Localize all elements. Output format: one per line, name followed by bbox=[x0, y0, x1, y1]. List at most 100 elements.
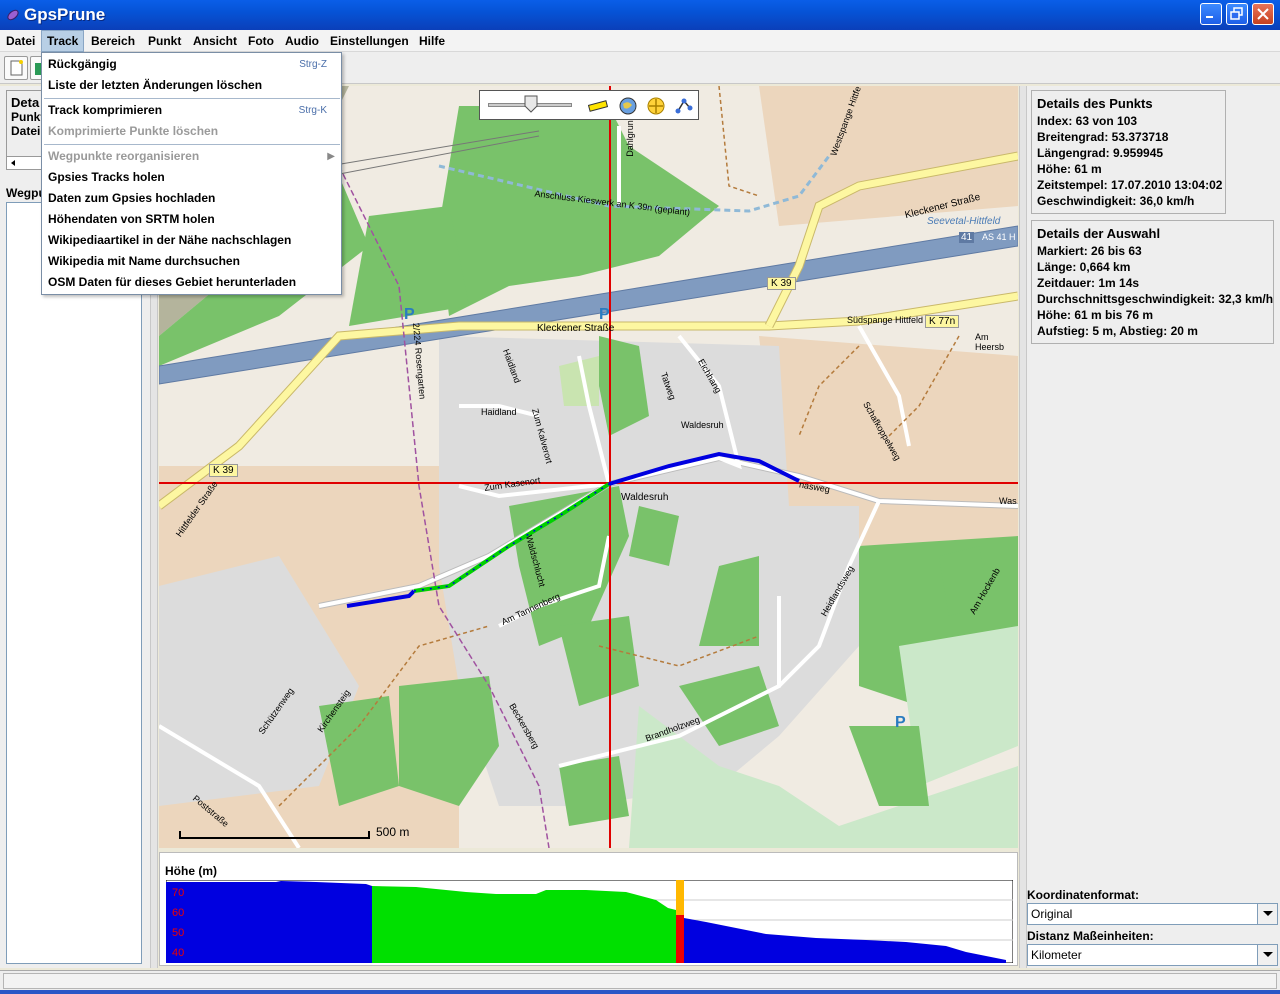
map-label-dahlgrund: Dahlgrund bbox=[624, 115, 635, 157]
profile-tick-50: 50 bbox=[172, 927, 185, 939]
map-label-suedspange: Südspange Hittfeld bbox=[847, 315, 924, 325]
window-title: GpsPrune bbox=[24, 5, 106, 24]
connect-points-icon[interactable] bbox=[674, 96, 694, 116]
selection-average-speed: Durchschnittsgeschwindigkeit: 32,3 km/h bbox=[1037, 292, 1274, 306]
zoom-slider-thumb-icon[interactable] bbox=[524, 95, 538, 113]
menu-track[interactable]: Track bbox=[41, 30, 85, 52]
parking-icon: P bbox=[895, 714, 906, 731]
map-label-haidland: Haidland bbox=[481, 407, 517, 417]
coordinate-format-dropdown-button[interactable] bbox=[1257, 904, 1277, 924]
menu-foto[interactable]: Foto bbox=[243, 30, 279, 52]
menu-separator bbox=[44, 98, 340, 99]
right-splitter[interactable] bbox=[1019, 86, 1027, 968]
profile-canvas bbox=[166, 880, 1013, 963]
coordinate-format-label: Koordinatenformat: bbox=[1027, 888, 1139, 902]
point-timestamp: Zeitstempel: 17.07.2010 13:04:02 bbox=[1037, 178, 1223, 192]
menu-ansicht[interactable]: Ansicht bbox=[188, 30, 242, 52]
point-altitude: Höhe: 61 m bbox=[1037, 162, 1102, 176]
selection-climb: Aufstieg: 5 m, Abstieg: 20 m bbox=[1037, 324, 1198, 338]
window-bottom-border bbox=[0, 990, 1280, 994]
point-longitude: Längengrad: 9.959945 bbox=[1037, 146, 1164, 160]
profile-title: Höhe (m) bbox=[165, 864, 217, 878]
distance-units-select[interactable]: Kilometer bbox=[1027, 944, 1278, 966]
chevron-down-icon bbox=[1263, 952, 1273, 957]
map-label-k39-a: K 39 bbox=[209, 464, 238, 477]
elevation-profile[interactable]: Höhe (m) 70 60 50 40 bbox=[159, 852, 1018, 966]
point-index: Index: 63 von 103 bbox=[1037, 114, 1138, 128]
point-details-heading: Details des Punkts bbox=[1037, 96, 1153, 111]
track-menu-dropdown: Rückgängig Strg-Z Liste der letzten Änder… bbox=[41, 52, 342, 295]
submenu-arrow-icon: ▶ bbox=[327, 151, 335, 162]
menu-item-srtm[interactable]: Höhendaten von SRTM holen bbox=[42, 209, 341, 230]
coordinate-format-select[interactable]: Original bbox=[1027, 903, 1278, 925]
close-button[interactable] bbox=[1252, 3, 1274, 25]
map-controls bbox=[479, 90, 699, 120]
menu-item-wikipedia-nearby[interactable]: Wikipediaartikel in der Nähe nachschlage… bbox=[42, 230, 341, 251]
coordinate-format-value: Original bbox=[1031, 907, 1073, 921]
point-details-box: Details des Punkts Index: 63 von 103 Bre… bbox=[1031, 90, 1226, 214]
menu-item-wikipedia-search[interactable]: Wikipedia mit Name durchsuchen bbox=[42, 251, 341, 272]
status-bar bbox=[0, 970, 1280, 990]
new-file-icon bbox=[10, 60, 23, 76]
menu-item-delete-compressed[interactable]: Komprimierte Punkte löschen bbox=[42, 121, 341, 142]
globe-icon[interactable] bbox=[618, 96, 638, 116]
distance-units-label: Distanz Maßeinheiten: bbox=[1027, 929, 1154, 943]
map-label-seevetal: Seevetal-Hittfeld bbox=[927, 216, 1001, 227]
map-label-as41: AS 41 H bbox=[982, 232, 1016, 242]
profile-tick-60: 60 bbox=[172, 907, 185, 919]
chevron-down-icon bbox=[1263, 911, 1273, 916]
minimize-button[interactable] bbox=[1200, 3, 1222, 25]
close-icon bbox=[1257, 8, 1269, 20]
menu-item-clear-undo[interactable]: Liste der letzten Änderungen löschen bbox=[42, 75, 341, 96]
menu-punkt[interactable]: Punkt bbox=[143, 30, 186, 52]
menu-separator bbox=[44, 144, 340, 145]
status-field bbox=[3, 973, 1277, 989]
menu-item-compress-track[interactable]: Track komprimieren Strg-K bbox=[42, 100, 341, 121]
maximize-button[interactable] bbox=[1226, 3, 1248, 25]
parking-icon: P bbox=[599, 306, 610, 323]
restore-icon bbox=[1230, 7, 1243, 20]
scale-label: 500 m bbox=[376, 825, 410, 839]
profile-chart[interactable]: 70 60 50 40 bbox=[166, 880, 1013, 963]
waypoints-list[interactable] bbox=[6, 202, 142, 964]
menu-item-rearrange-waypoints[interactable]: Wegpunkte reorganisieren ▶ bbox=[42, 146, 341, 167]
selection-details-box: Details der Auswahl Markiert: 26 bis 63 … bbox=[1031, 220, 1274, 344]
map-label-k39-b: K 39 bbox=[767, 277, 796, 290]
menu-item-undo[interactable]: Rückgängig Strg-Z bbox=[42, 54, 341, 75]
pan-icon[interactable] bbox=[646, 96, 666, 116]
title-bar: GpsPrune bbox=[0, 0, 1280, 30]
menu-bereich[interactable]: Bereich bbox=[86, 30, 140, 52]
point-speed: Geschwindigkeit: 36,0 km/h bbox=[1037, 194, 1195, 208]
map-label-am-heers: Am Heersb bbox=[975, 332, 1005, 352]
parking-icon: P bbox=[404, 306, 415, 323]
scroll-left-icon bbox=[11, 160, 15, 166]
selection-details-heading: Details der Auswahl bbox=[1037, 226, 1161, 241]
menu-datei[interactable]: Datei bbox=[1, 30, 40, 52]
selection-length: Länge: 0,664 km bbox=[1037, 260, 1131, 274]
distance-units-value: Kilometer bbox=[1031, 948, 1082, 962]
map-label-a41: 41 bbox=[959, 232, 975, 243]
map-label-was: Was bbox=[999, 496, 1017, 506]
profile-tick-40: 40 bbox=[172, 947, 185, 959]
minimize-icon bbox=[1206, 16, 1213, 18]
app-icon bbox=[7, 9, 19, 21]
map-label-waldesruh-2: Waldesruh bbox=[681, 420, 724, 430]
menu-einstellungen[interactable]: Einstellungen bbox=[325, 30, 414, 52]
ruler-icon[interactable] bbox=[588, 97, 608, 115]
menu-hilfe[interactable]: Hilfe bbox=[414, 30, 450, 52]
selection-altitude-range: Höhe: 61 m bis 76 m bbox=[1037, 308, 1154, 322]
profile-tick-70: 70 bbox=[172, 887, 185, 899]
menu-item-upload-gpsies[interactable]: Daten zum Gpsies hochladen bbox=[42, 188, 341, 209]
new-file-button[interactable] bbox=[4, 56, 28, 80]
selection-duration: Zeitdauer: 1m 14s bbox=[1037, 276, 1140, 290]
right-panel: Details des Punkts Index: 63 von 103 Bre… bbox=[1027, 86, 1280, 968]
distance-units-dropdown-button[interactable] bbox=[1257, 945, 1277, 965]
map-label-k77n: K 77n bbox=[925, 315, 960, 328]
waypoints-label: Wegpu bbox=[6, 186, 46, 200]
menu-item-download-osm[interactable]: OSM Daten für dieses Gebiet herunterlade… bbox=[42, 272, 341, 293]
menu-audio[interactable]: Audio bbox=[280, 30, 324, 52]
selection-marked: Markiert: 26 bis 63 bbox=[1037, 244, 1142, 258]
menu-bar: Datei Track Bereich Punkt Ansicht Foto A… bbox=[0, 30, 1280, 52]
map-label-kleckener-1: Kleckener Straße bbox=[537, 323, 615, 334]
menu-item-get-gpsies[interactable]: Gpsies Tracks holen bbox=[42, 167, 341, 188]
